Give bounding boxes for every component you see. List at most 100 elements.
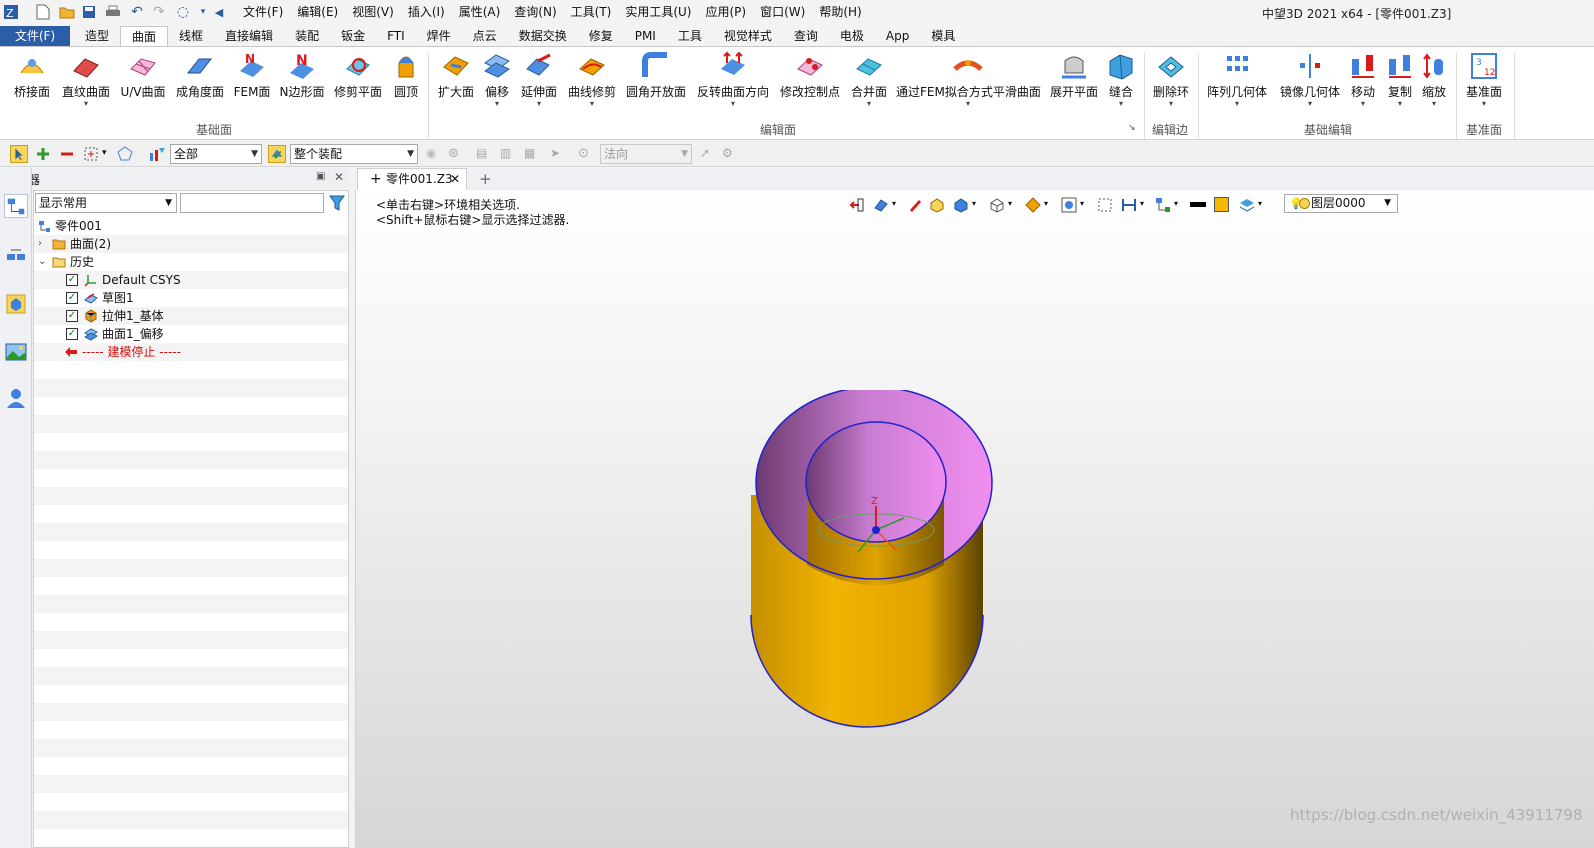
tree-item-default-csys[interactable]: ✓ Default CSYS [34, 271, 348, 289]
tab-surface[interactable]: 曲面 [120, 26, 169, 46]
tab-fti[interactable]: FTI [376, 26, 416, 46]
pattern-geometry-button[interactable]: 阵列几何体 ▾ [1206, 51, 1268, 109]
collapse-chevron-icon[interactable]: ⌄ [38, 253, 46, 271]
shaded-icon[interactable] [928, 196, 946, 214]
extend-face-button[interactable]: 扩大面 [436, 51, 476, 99]
print-icon[interactable] [104, 3, 122, 21]
copy-button[interactable]: 复制 ▾ [1384, 51, 1416, 109]
display-filter-select[interactable]: 显示常用 ▼ [35, 193, 177, 213]
solid-view-icon[interactable] [952, 196, 970, 214]
fem-smooth-dropdown-icon[interactable]: ▾ [896, 99, 1040, 109]
trim-plane-button[interactable]: 修剪平面 [332, 51, 384, 99]
visibility-checkbox[interactable]: ✓ [66, 310, 78, 322]
sew-button[interactable]: 缝合 ▾ [1104, 51, 1138, 109]
tab-weldment[interactable]: 焊件 [416, 26, 462, 46]
n-sided-surface-button[interactable]: N N边形面 [278, 51, 326, 99]
merge-faces-dropdown-icon[interactable]: ▾ [848, 99, 890, 109]
menu-tools[interactable]: 工具(T) [564, 4, 619, 20]
dome-button[interactable]: 圆顶 [390, 51, 422, 99]
menu-view[interactable]: 视图(V) [345, 4, 401, 20]
expand-chevron-icon[interactable]: › [38, 235, 42, 253]
copy-dropdown-icon[interactable]: ▾ [1384, 99, 1416, 109]
tab-electrode[interactable]: 电极 [829, 26, 875, 46]
datum-plane-dropdown-icon[interactable]: ▾ [1464, 99, 1504, 109]
merge-faces-button[interactable]: 合并面 ▾ [848, 51, 890, 109]
tree-node-history[interactable]: ⌄ 历史 [34, 253, 348, 271]
ruled-surface-dropdown-icon[interactable]: ▾ [60, 99, 112, 109]
tab-inquire[interactable]: 查询 [783, 26, 829, 46]
box-select-icon[interactable] [82, 145, 100, 163]
ruled-surface-button[interactable]: 直纹曲面 ▾ [60, 51, 112, 109]
tab-app[interactable]: App [875, 26, 920, 46]
save-icon[interactable] [80, 3, 98, 21]
unfold-plane-button[interactable]: 展开平面 [1048, 51, 1100, 99]
delete-loop-dropdown-icon[interactable]: ▾ [1150, 99, 1192, 109]
extend-surface-button[interactable]: 延伸面 ▾ [518, 51, 560, 109]
menu-file[interactable]: 文件(F) [236, 4, 290, 20]
assembly-manager-icon[interactable] [4, 246, 28, 270]
tab-wireframe[interactable]: 线框 [168, 26, 214, 46]
curve-trim-button[interactable]: 曲线修剪 ▾ [566, 51, 618, 109]
assembly-scope-select[interactable]: 整个装配 ▼ [290, 144, 418, 164]
close-tab-icon[interactable]: ✕ [450, 169, 460, 189]
exit-icon[interactable] [848, 196, 866, 214]
collapse-arrow-icon[interactable]: ◀ [210, 3, 228, 21]
menu-utilities[interactable]: 实用工具(U) [618, 4, 698, 20]
manager-search-input[interactable] [180, 193, 324, 213]
wireframe-cube-icon[interactable] [988, 196, 1006, 214]
redo-icon[interactable]: ↷ [150, 3, 168, 21]
layer-select[interactable]: 💡 图层0000 ▼ [1284, 194, 1398, 213]
dropdown-icon[interactable]: ▾ [1080, 199, 1084, 208]
dropdown-icon[interactable]: ▾ [1258, 199, 1262, 208]
menu-help[interactable]: 帮助(H) [812, 4, 868, 20]
tab-file[interactable]: 文件(F) [0, 26, 70, 46]
dropdown-icon[interactable]: ▾ [1044, 199, 1048, 208]
tab-assembly[interactable]: 装配 [284, 26, 330, 46]
structure-icon[interactable] [1154, 196, 1172, 214]
dropdown-icon[interactable]: ▾ [1174, 199, 1178, 208]
extend-surface-dropdown-icon[interactable]: ▾ [518, 99, 560, 109]
scale-dropdown-icon[interactable]: ▾ [1418, 99, 1450, 109]
mirror-dropdown-icon[interactable]: ▾ [1278, 99, 1342, 109]
part-library-icon[interactable] [4, 292, 28, 316]
image-library-icon[interactable] [4, 340, 28, 364]
cylinder-model[interactable]: Z [736, 390, 1016, 750]
menu-edit[interactable]: 编辑(E) [290, 4, 345, 20]
user-icon[interactable] [4, 386, 28, 410]
flip-direction-dropdown-icon[interactable]: ▾ [696, 99, 770, 109]
dropdown-icon[interactable]: ▾ [972, 199, 976, 208]
pin-icon[interactable]: ▣ [316, 171, 325, 182]
tab-tools[interactable]: 工具 [667, 26, 713, 46]
angled-surface-button[interactable]: 成角度面 [174, 51, 226, 99]
tree-item-modeling-stop[interactable]: ----- 建模停止 ----- [34, 343, 348, 361]
sew-dropdown-icon[interactable]: ▾ [1104, 99, 1138, 109]
visibility-checkbox[interactable]: ✓ [66, 292, 78, 304]
open-file-icon[interactable] [58, 3, 76, 21]
dimension-icon[interactable] [1120, 196, 1138, 214]
menu-window[interactable]: 窗口(W) [753, 4, 812, 20]
undo-icon[interactable]: ↶ [128, 3, 146, 21]
mirror-geometry-button[interactable]: 镜像几何体 ▾ [1278, 51, 1342, 109]
line-style-swatch[interactable] [1190, 202, 1206, 207]
delete-loop-button[interactable]: 删除环 ▾ [1150, 51, 1192, 109]
tree-node-root[interactable]: 零件001 [34, 217, 348, 235]
polygon-select-icon[interactable] [116, 145, 134, 163]
layer-manager-icon[interactable] [1238, 196, 1256, 214]
filter-list-icon[interactable] [148, 145, 166, 163]
document-tab[interactable]: + 零件001.Z3 ✕ [357, 168, 467, 190]
tab-sheet-metal[interactable]: 钣金 [330, 26, 376, 46]
color-swatch[interactable] [1214, 197, 1229, 212]
fillet-open-face-button[interactable]: 圆角开放面 [624, 51, 688, 99]
offset-button[interactable]: 偏移 ▾ [480, 51, 514, 109]
menu-insert[interactable]: 插入(I) [401, 4, 452, 20]
visibility-checkbox[interactable]: ✓ [66, 274, 78, 286]
menu-attribute[interactable]: 属性(A) [452, 4, 508, 20]
tab-repair[interactable]: 修复 [578, 26, 624, 46]
tab-pmi[interactable]: PMI [624, 26, 667, 46]
fem-surface-button[interactable]: N FEM面 [232, 51, 272, 99]
bridge-surface-button[interactable]: 桥接面 [10, 51, 54, 99]
move-dropdown-icon[interactable]: ▾ [1346, 99, 1380, 109]
remove-selection-icon[interactable] [58, 145, 76, 163]
move-button[interactable]: 移动 ▾ [1346, 51, 1380, 109]
fem-smooth-surface-button[interactable]: 通过FEM拟合方式平滑曲面 ▾ [896, 51, 1041, 109]
